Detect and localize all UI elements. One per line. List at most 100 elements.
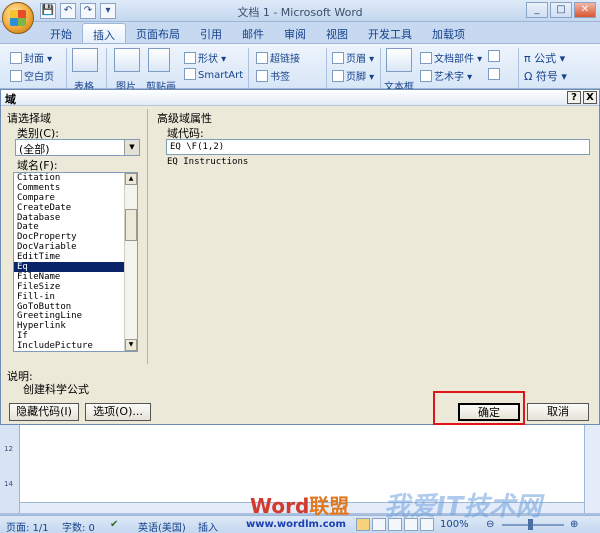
object-icon[interactable] <box>488 68 502 81</box>
shapes-icon <box>184 52 196 64</box>
help-button[interactable]: ? <box>567 91 581 104</box>
list-item[interactable]: DocVariable <box>14 242 137 252</box>
header-label: 页眉 ▾ <box>346 54 375 65</box>
right-group-title: 高级域属性 <box>157 112 212 125</box>
options-button[interactable]: 选项(O)... <box>85 403 151 421</box>
list-scrollbar[interactable]: ▲ ▼ <box>124 173 137 351</box>
ok-button-highlight <box>433 391 525 425</box>
formula-button[interactable]: π 公式 ▾ <box>524 50 565 66</box>
chevron-down-icon[interactable]: ▼ <box>124 140 139 155</box>
blank-page-button[interactable]: 空白页 <box>10 68 54 83</box>
field-dialog: 域 ? X 请选择域 类别(C): (全部) ▼ 域名(F): Citation… <box>0 89 600 425</box>
tab-home[interactable]: 开始 <box>40 23 82 43</box>
footer-label: 页脚 ▾ <box>346 72 375 83</box>
list-item[interactable]: GoToButton <box>14 302 137 312</box>
hyperlink-button[interactable]: 超链接 <box>256 50 300 65</box>
category-select[interactable]: (全部) ▼ <box>15 139 140 156</box>
vertical-scrollbar[interactable] <box>584 425 600 513</box>
print-layout-icon[interactable] <box>356 518 370 531</box>
textbox-icon[interactable] <box>386 48 412 72</box>
footer-button[interactable]: 页脚 ▾ <box>332 68 374 83</box>
tab-page-layout[interactable]: 页面布局 <box>126 23 190 43</box>
tab-insert[interactable]: 插入 <box>82 23 126 43</box>
field-name-label: 域名(F): <box>17 159 58 172</box>
bookmark-icon <box>256 70 268 82</box>
ribbon-divider <box>248 48 249 88</box>
list-item[interactable]: Fill-in <box>14 292 137 302</box>
office-button[interactable] <box>2 2 34 34</box>
bookmark-label: 书签 <box>270 72 290 83</box>
list-item[interactable]: Compare <box>14 193 137 203</box>
wordart-button[interactable]: 艺术字 ▾ <box>420 68 472 83</box>
page-count[interactable]: 页面: 1/1 <box>6 519 49 533</box>
category-value: (全部) <box>19 143 50 156</box>
list-item[interactable]: If <box>14 331 137 341</box>
field-name-list[interactable]: Citation Comments Compare CreateDate Databas… <box>13 172 138 352</box>
dialog-close-button[interactable]: X <box>583 91 597 104</box>
quick-parts-button[interactable]: 文档部件 ▾ <box>420 50 482 65</box>
footer-icon <box>332 70 344 82</box>
wordlm-cn: 联盟 <box>309 494 350 518</box>
list-item[interactable]: Hyperlink <box>14 321 137 331</box>
quick-parts-icon <box>420 52 432 64</box>
symbol-button[interactable]: Ω 符号 ▾ <box>524 68 567 84</box>
signature-icon[interactable] <box>488 50 502 63</box>
list-item[interactable]: GreetingLine <box>14 311 137 322</box>
language-status[interactable]: 英语(美国) <box>138 519 186 533</box>
cover-page-icon <box>10 52 22 64</box>
list-item[interactable]: FileSize <box>14 282 137 292</box>
table-icon[interactable] <box>72 48 98 72</box>
header-button[interactable]: 页眉 ▾ <box>332 50 374 65</box>
list-item[interactable]: DocProperty <box>14 232 137 242</box>
clipart-icon[interactable] <box>148 48 170 72</box>
tab-developer[interactable]: 开发工具 <box>358 23 422 43</box>
list-item[interactable]: EditTime <box>14 252 137 262</box>
left-group-title: 请选择域 <box>7 112 51 125</box>
dialog-title: 域 <box>5 93 16 106</box>
scroll-thumb[interactable] <box>125 209 137 241</box>
ribbon: 封面 ▾ 空白页 表格 图片 剪贴画 形状 ▾ SmartArt 超链接 书签 … <box>0 43 600 93</box>
cover-page-button[interactable]: 封面 ▾ <box>10 50 52 65</box>
maximize-button[interactable]: □ <box>550 2 572 18</box>
window-title: 文档 1 - Microsoft Word <box>237 6 363 19</box>
tab-review[interactable]: 审阅 <box>274 23 316 43</box>
ribbon-divider <box>106 48 107 88</box>
shapes-button[interactable]: 形状 ▾ <box>184 50 226 65</box>
smartart-button[interactable]: SmartArt <box>184 68 243 81</box>
picture-icon[interactable] <box>114 48 140 72</box>
tab-view[interactable]: 视图 <box>316 23 358 43</box>
field-items: Citation Comments Compare CreateDate Databas… <box>14 173 137 351</box>
zoom-slider[interactable] <box>502 524 564 526</box>
list-item[interactable]: IncludePicture <box>14 341 137 351</box>
word-count[interactable]: 字数: 0 <box>62 519 95 533</box>
tab-mailings[interactable]: 邮件 <box>232 23 274 43</box>
list-item[interactable]: Date <box>14 222 137 233</box>
field-code-input[interactable]: EQ \F(1,2) <box>166 139 590 155</box>
minimize-button[interactable]: _ <box>526 2 548 18</box>
cancel-button[interactable]: 取消 <box>527 403 589 421</box>
tab-references[interactable]: 引用 <box>190 23 232 43</box>
smartart-icon <box>184 68 196 80</box>
blank-page-icon <box>10 70 22 82</box>
list-item[interactable]: Eq <box>14 262 137 272</box>
zoom-in-icon[interactable]: ⊕ <box>570 519 578 530</box>
list-item[interactable]: Comments <box>14 183 137 193</box>
proofing-icon[interactable]: ✔ <box>110 519 118 530</box>
insert-mode[interactable]: 插入 <box>198 519 218 533</box>
field-code-instructions: EQ Instructions <box>167 157 249 167</box>
list-item[interactable]: FileName <box>14 272 137 282</box>
list-item[interactable]: Citation <box>14 173 137 183</box>
ruler-number: 14 <box>4 480 13 488</box>
description-text: 创建科学公式 <box>23 383 89 396</box>
ribbon-divider <box>518 48 519 88</box>
tab-addins[interactable]: 加载项 <box>422 23 475 43</box>
close-button[interactable]: ✕ <box>574 2 596 18</box>
list-item[interactable]: Database <box>14 213 137 223</box>
wordlm-logo: Word联盟 <box>250 490 349 519</box>
list-item[interactable]: CreateDate <box>14 203 137 213</box>
scroll-up-arrow-icon[interactable]: ▲ <box>125 173 137 185</box>
bookmark-button[interactable]: 书签 <box>256 68 290 83</box>
office-logo-icon <box>10 10 26 26</box>
scroll-down-arrow-icon[interactable]: ▼ <box>125 339 137 351</box>
hide-codes-button[interactable]: 隐藏代码(I) <box>9 403 79 421</box>
